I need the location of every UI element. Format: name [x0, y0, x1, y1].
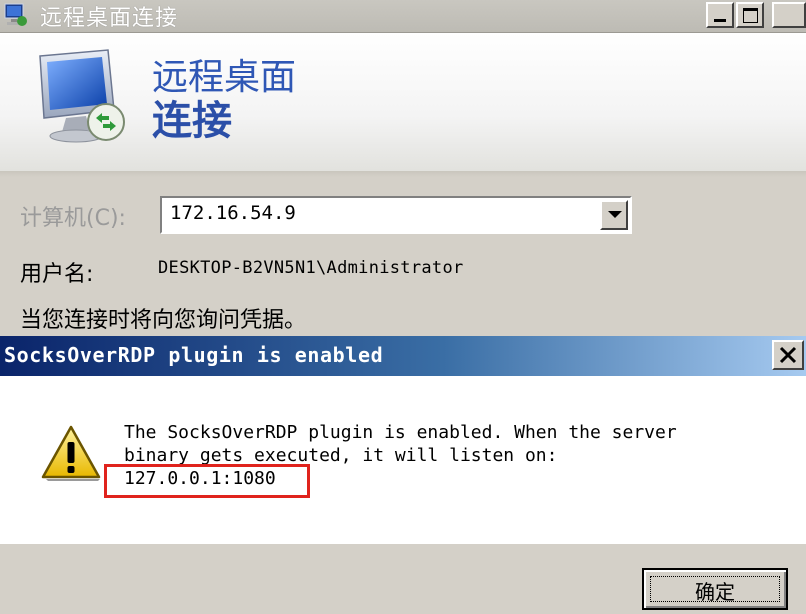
username-label: 用户名: [20, 262, 94, 287]
window-title: 远程桌面连接 [40, 6, 179, 31]
credentials-note: 当您连接时将向您询问凭据。 [20, 308, 307, 333]
dialog-title: SocksOverRDP plugin is enabled [4, 343, 384, 367]
header-title-line2: 连接 [152, 98, 232, 144]
ok-button-label: 确定 [695, 580, 735, 604]
message-line-1: The SocksOverRDP plugin is enabled. When… [124, 422, 677, 443]
computer-input[interactable]: 172.16.54.9 [170, 202, 296, 224]
warning-icon [41, 425, 101, 481]
maximize-button[interactable] [736, 2, 764, 28]
highlight-annotation [104, 464, 310, 498]
remote-desktop-icon [39, 49, 125, 143]
close-icon [779, 346, 797, 364]
header-divider [0, 171, 806, 177]
dialog-titlebar[interactable]: SocksOverRDP plugin is enabled [0, 336, 806, 376]
dialog-close-button[interactable] [772, 340, 804, 370]
rdp-titlebar[interactable]: 远程桌面连接 [0, 0, 806, 33]
computer-combobox[interactable]: 172.16.54.9 [160, 196, 632, 234]
username-value: DESKTOP-B2VN5N1\Administrator [158, 258, 464, 278]
computer-icon [4, 3, 27, 26]
chevron-down-icon[interactable] [600, 200, 628, 230]
computer-label: 计算机(C): [20, 206, 126, 231]
message-line-2: binary gets executed, it will listen on: [124, 445, 558, 466]
window-close-button[interactable] [772, 2, 806, 28]
ok-button[interactable]: 确定 [642, 568, 788, 610]
minimize-button[interactable] [706, 2, 734, 28]
